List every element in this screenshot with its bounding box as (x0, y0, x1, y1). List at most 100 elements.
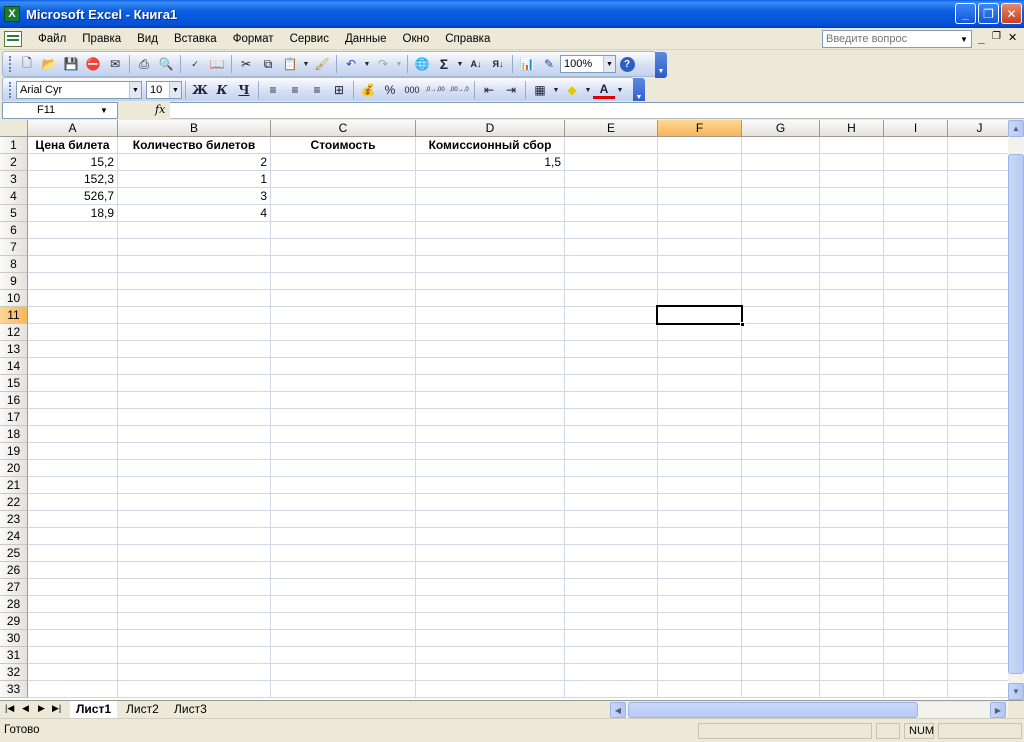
workbook-icon[interactable] (4, 30, 22, 47)
cut-icon[interactable]: ✂ (235, 54, 257, 74)
help-icon[interactable]: ? (616, 54, 638, 74)
scroll-right-icon[interactable]: ▶ (990, 702, 1006, 718)
zoom-select[interactable]: 100% ▼ (560, 55, 616, 73)
row-header-3[interactable]: 3 (0, 171, 28, 188)
doc-close-icon[interactable]: ✕ (1008, 31, 1017, 44)
percent-button[interactable]: % (379, 80, 401, 100)
name-box-dropdown-icon[interactable]: ▼ (96, 103, 112, 118)
row-header-26[interactable]: 26 (0, 562, 28, 579)
font-name-select[interactable]: Arial Cyr ▼ (16, 81, 142, 99)
sort-descending-icon[interactable]: Я↓ (487, 54, 509, 74)
toolbar-grip[interactable] (9, 56, 13, 72)
row-header-32[interactable]: 32 (0, 664, 28, 681)
row-header-19[interactable]: 19 (0, 443, 28, 460)
font-color-icon[interactable]: A (593, 81, 615, 99)
scroll-left-icon[interactable]: ◀ (610, 702, 626, 718)
sheet-tab-2[interactable]: Лист2 (120, 701, 165, 718)
cell-B1[interactable]: Количество билетов (118, 137, 270, 154)
copy-icon[interactable]: ⧉ (257, 54, 279, 74)
row-header-24[interactable]: 24 (0, 528, 28, 545)
fill-handle[interactable] (740, 322, 745, 327)
column-header-C[interactable]: C (271, 120, 416, 137)
align-center-icon[interactable]: ≡ (284, 80, 306, 100)
cell-D1[interactable]: Комиссионный сбор (416, 137, 564, 154)
column-header-J[interactable]: J (948, 120, 1008, 137)
row-header-33[interactable]: 33 (0, 681, 28, 698)
thousands-button[interactable]: 000 (401, 80, 423, 100)
redo-dropdown-icon[interactable]: ▼ (394, 54, 404, 74)
select-all-corner[interactable] (0, 120, 28, 137)
chart-wizard-icon[interactable]: 📊 (516, 54, 538, 74)
row-header-23[interactable]: 23 (0, 511, 28, 528)
research-icon[interactable]: 📖 (206, 54, 228, 74)
row-header-25[interactable]: 25 (0, 545, 28, 562)
open-icon[interactable]: 📂 (38, 54, 60, 74)
column-header-D[interactable]: D (416, 120, 565, 137)
restore-button[interactable]: ❐ (978, 3, 999, 24)
print-preview-icon[interactable]: 🔍 (155, 54, 177, 74)
row-header-28[interactable]: 28 (0, 596, 28, 613)
merge-center-icon[interactable]: ⊞ (328, 80, 350, 100)
row-header-12[interactable]: 12 (0, 324, 28, 341)
email-icon[interactable]: ✉ (104, 54, 126, 74)
column-header-G[interactable]: G (742, 120, 820, 137)
paste-dropdown-icon[interactable]: ▼ (301, 54, 311, 74)
cell-A5[interactable]: 18,9 (28, 205, 117, 222)
row-header-7[interactable]: 7 (0, 239, 28, 256)
menu-help[interactable]: Справка (437, 33, 498, 45)
row-header-8[interactable]: 8 (0, 256, 28, 273)
format-painter-icon[interactable]: 🖌 (311, 54, 333, 74)
vertical-scroll-thumb[interactable] (1008, 154, 1024, 674)
row-header-14[interactable]: 14 (0, 358, 28, 375)
menu-view[interactable]: Вид (129, 33, 166, 45)
insert-function-button[interactable]: fx (155, 103, 165, 116)
undo-dropdown-icon[interactable]: ▼ (362, 54, 372, 74)
horizontal-scroll-thumb[interactable] (628, 702, 918, 718)
redo-icon[interactable]: ↷ (372, 54, 394, 74)
cell-A1[interactable]: Цена билета (28, 137, 117, 154)
font-color-dropdown-icon[interactable]: ▼ (615, 80, 625, 100)
row-header-15[interactable]: 15 (0, 375, 28, 392)
row-header-21[interactable]: 21 (0, 477, 28, 494)
minimize-button[interactable]: _ (955, 3, 976, 24)
cell-B5[interactable]: 4 (118, 205, 270, 222)
fill-color-dropdown-icon[interactable]: ▼ (583, 80, 593, 100)
save-icon[interactable]: 💾 (60, 54, 82, 74)
undo-icon[interactable]: ↶ (340, 54, 362, 74)
cell-B3[interactable]: 1 (118, 171, 270, 188)
drawing-icon[interactable]: ✎ (538, 54, 560, 74)
row-header-30[interactable]: 30 (0, 630, 28, 647)
row-header-5[interactable]: 5 (0, 205, 28, 222)
new-icon[interactable]: 🗋 (16, 54, 38, 74)
align-right-icon[interactable]: ≡ (306, 80, 328, 100)
scroll-down-icon[interactable]: ▼ (1008, 683, 1024, 700)
sort-ascending-icon[interactable]: A↓ (465, 54, 487, 74)
menu-window[interactable]: Окно (395, 33, 438, 45)
scroll-up-icon[interactable]: ▲ (1008, 120, 1024, 137)
first-sheet-icon[interactable]: |◀ (5, 703, 14, 714)
align-left-icon[interactable]: ≡ (262, 80, 284, 100)
column-header-B[interactable]: B (118, 120, 271, 137)
row-header-2[interactable]: 2 (0, 154, 28, 171)
font-name-dropdown-icon[interactable]: ▼ (129, 82, 141, 98)
column-header-H[interactable]: H (820, 120, 884, 137)
row-header-13[interactable]: 13 (0, 341, 28, 358)
row-header-20[interactable]: 20 (0, 460, 28, 477)
decrease-decimal-button[interactable]: ,00→,0 (447, 80, 471, 100)
increase-indent-icon[interactable]: ⇥ (500, 80, 522, 100)
fill-color-icon[interactable]: ◆ (561, 80, 583, 100)
active-cell-border[interactable] (656, 305, 743, 325)
menu-insert[interactable]: Вставка (166, 33, 225, 45)
excel-icon[interactable]: X (4, 6, 20, 22)
permission-icon[interactable]: ⛔ (82, 54, 104, 74)
cell-A4[interactable]: 526,7 (28, 188, 117, 205)
formula-input[interactable] (170, 102, 1024, 119)
column-header-A[interactable]: A (28, 120, 118, 137)
doc-restore-icon[interactable]: ❐ (992, 31, 1001, 42)
cell-A2[interactable]: 15,2 (28, 154, 117, 171)
column-header-I[interactable]: I (884, 120, 948, 137)
cell-B2[interactable]: 2 (118, 154, 270, 171)
cell-D2[interactable]: 1,5 (416, 154, 564, 171)
help-dropdown-icon[interactable]: ▼ (957, 31, 971, 47)
increase-decimal-button[interactable]: ,0→,00 (423, 80, 447, 100)
